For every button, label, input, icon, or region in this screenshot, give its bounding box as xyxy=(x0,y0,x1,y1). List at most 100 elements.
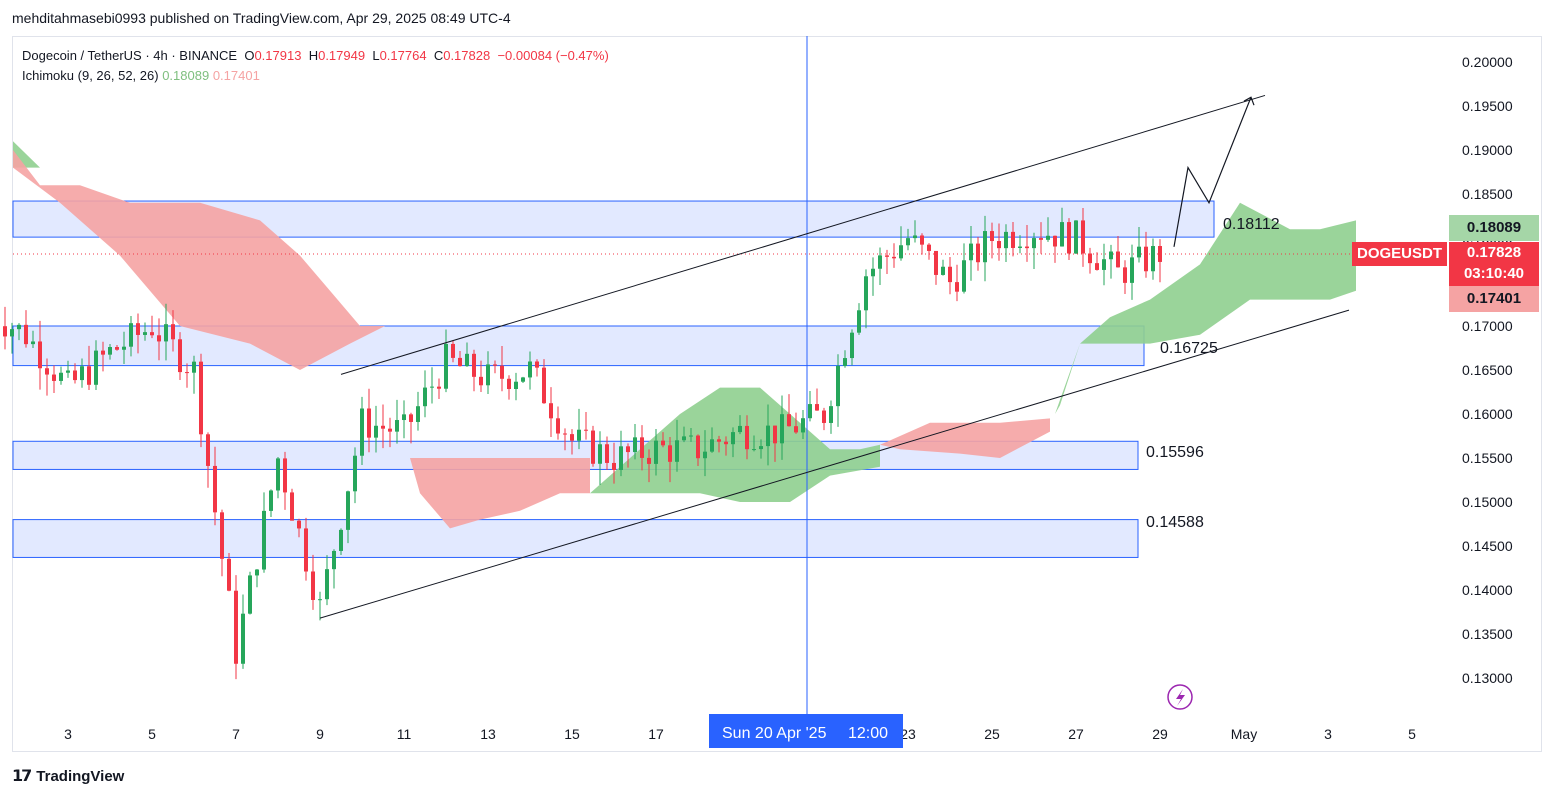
price-tick-label: 0.13500 xyxy=(1462,626,1513,642)
candle-body xyxy=(360,408,364,456)
candle-body xyxy=(367,408,371,438)
candle-body xyxy=(542,367,546,404)
candle-body xyxy=(892,256,896,259)
candle-body xyxy=(885,255,889,257)
candle-body xyxy=(451,343,455,358)
candle-body xyxy=(87,366,91,385)
candle-body xyxy=(1137,246,1141,258)
candle-body xyxy=(829,406,833,423)
time-tick-label: 5 xyxy=(1408,726,1416,742)
tradingview-logo[interactable]: 𝟭𝟳 TradingView xyxy=(12,766,124,786)
candle-body xyxy=(416,406,420,422)
candle-body xyxy=(920,235,924,245)
candle-body xyxy=(458,357,462,367)
candle-body xyxy=(843,358,847,366)
candle-body xyxy=(297,520,301,529)
open-value: 0.17913 xyxy=(254,48,302,63)
change-value: −0.00084 (−0.47%) xyxy=(497,48,609,63)
candle-body xyxy=(668,445,672,462)
zone-box xyxy=(12,325,1145,367)
candle-body xyxy=(192,361,196,373)
candle-body xyxy=(570,434,574,441)
candle-body xyxy=(199,361,203,435)
candle-body xyxy=(73,370,77,381)
candle-body xyxy=(213,465,217,513)
candle-body xyxy=(864,276,868,311)
candle-body xyxy=(164,324,168,342)
candle-body xyxy=(997,241,1001,249)
candle-body xyxy=(857,310,861,333)
chart-canvas[interactable]: 0.18112 0.16725 0.15596 0.14588 0.20000 0… xyxy=(0,0,1554,798)
candle-body xyxy=(1011,231,1015,248)
candle-body xyxy=(955,282,959,292)
low-label: L xyxy=(372,48,380,63)
candle-body xyxy=(206,434,210,466)
candle-body xyxy=(563,433,567,435)
candle-body xyxy=(1130,257,1134,283)
candle-body xyxy=(38,341,42,369)
candle-body xyxy=(689,435,693,437)
price-tick-label: 0.14000 xyxy=(1462,582,1513,598)
candle-body xyxy=(220,512,224,559)
candle-body xyxy=(388,428,392,432)
candle-body xyxy=(577,429,581,441)
candle-body xyxy=(913,235,917,239)
indicator-label: Ichimoku (9, 26, 52, 26) xyxy=(22,68,159,83)
candle-body xyxy=(234,590,238,664)
price-tick-label: 0.16000 xyxy=(1462,406,1513,422)
candle-body xyxy=(45,368,49,375)
candle-body xyxy=(990,231,994,242)
candle-body xyxy=(472,353,476,377)
candle-body xyxy=(150,332,154,336)
candle-body xyxy=(878,255,882,269)
candle-body xyxy=(899,245,903,259)
candle-body xyxy=(780,414,784,444)
candle-body xyxy=(486,364,490,386)
time-tick-label: 3 xyxy=(1324,726,1332,742)
candle-body xyxy=(759,446,763,450)
candle-body xyxy=(1123,267,1127,283)
candle-body xyxy=(675,440,679,462)
candle-body xyxy=(549,403,553,419)
candle-body xyxy=(934,250,938,275)
candle-body xyxy=(437,386,441,389)
candle-body xyxy=(17,324,21,330)
candle-body xyxy=(528,361,532,378)
lightning-icon[interactable] xyxy=(1167,684,1193,710)
candle-body xyxy=(1151,246,1155,272)
candle-body xyxy=(598,444,602,464)
price-tick-label: 0.15000 xyxy=(1462,494,1513,510)
price-tick-label: 0.15500 xyxy=(1462,450,1513,466)
candle-body xyxy=(521,377,525,382)
candle-body xyxy=(423,387,427,407)
price-tick-label: 0.18500 xyxy=(1462,186,1513,202)
time-tick-label: 27 xyxy=(1068,726,1084,742)
candle-body xyxy=(115,347,119,350)
candle-body xyxy=(969,243,973,261)
candle-body xyxy=(647,457,651,464)
candle-body xyxy=(94,350,98,385)
candle-body xyxy=(1081,220,1085,254)
candle-body xyxy=(290,492,294,521)
candle-body xyxy=(1158,246,1162,262)
candle-body xyxy=(395,420,399,432)
candle-body xyxy=(696,435,700,459)
ohlc-row: Dogecoin / TetherUS · 4h · BINANCE O0.17… xyxy=(22,46,609,66)
time-tick-label: 17 xyxy=(648,726,664,742)
candle-body xyxy=(80,366,84,381)
candle-body xyxy=(31,341,35,345)
candle-body xyxy=(479,376,483,386)
candle-body xyxy=(906,238,910,246)
candle-body xyxy=(731,432,735,445)
candle-body xyxy=(1095,263,1099,270)
cloud-red-segment xyxy=(410,458,590,529)
candle-body xyxy=(927,244,931,251)
price-tick-label: 0.19500 xyxy=(1462,98,1513,114)
candle-body xyxy=(1025,246,1029,249)
open-label: O xyxy=(244,48,255,63)
price-tick-label: 0.14500 xyxy=(1462,538,1513,554)
candle-body xyxy=(871,268,875,277)
candle-body xyxy=(262,510,266,570)
time-tick-label: 15 xyxy=(564,726,580,742)
candle-body xyxy=(801,418,805,433)
